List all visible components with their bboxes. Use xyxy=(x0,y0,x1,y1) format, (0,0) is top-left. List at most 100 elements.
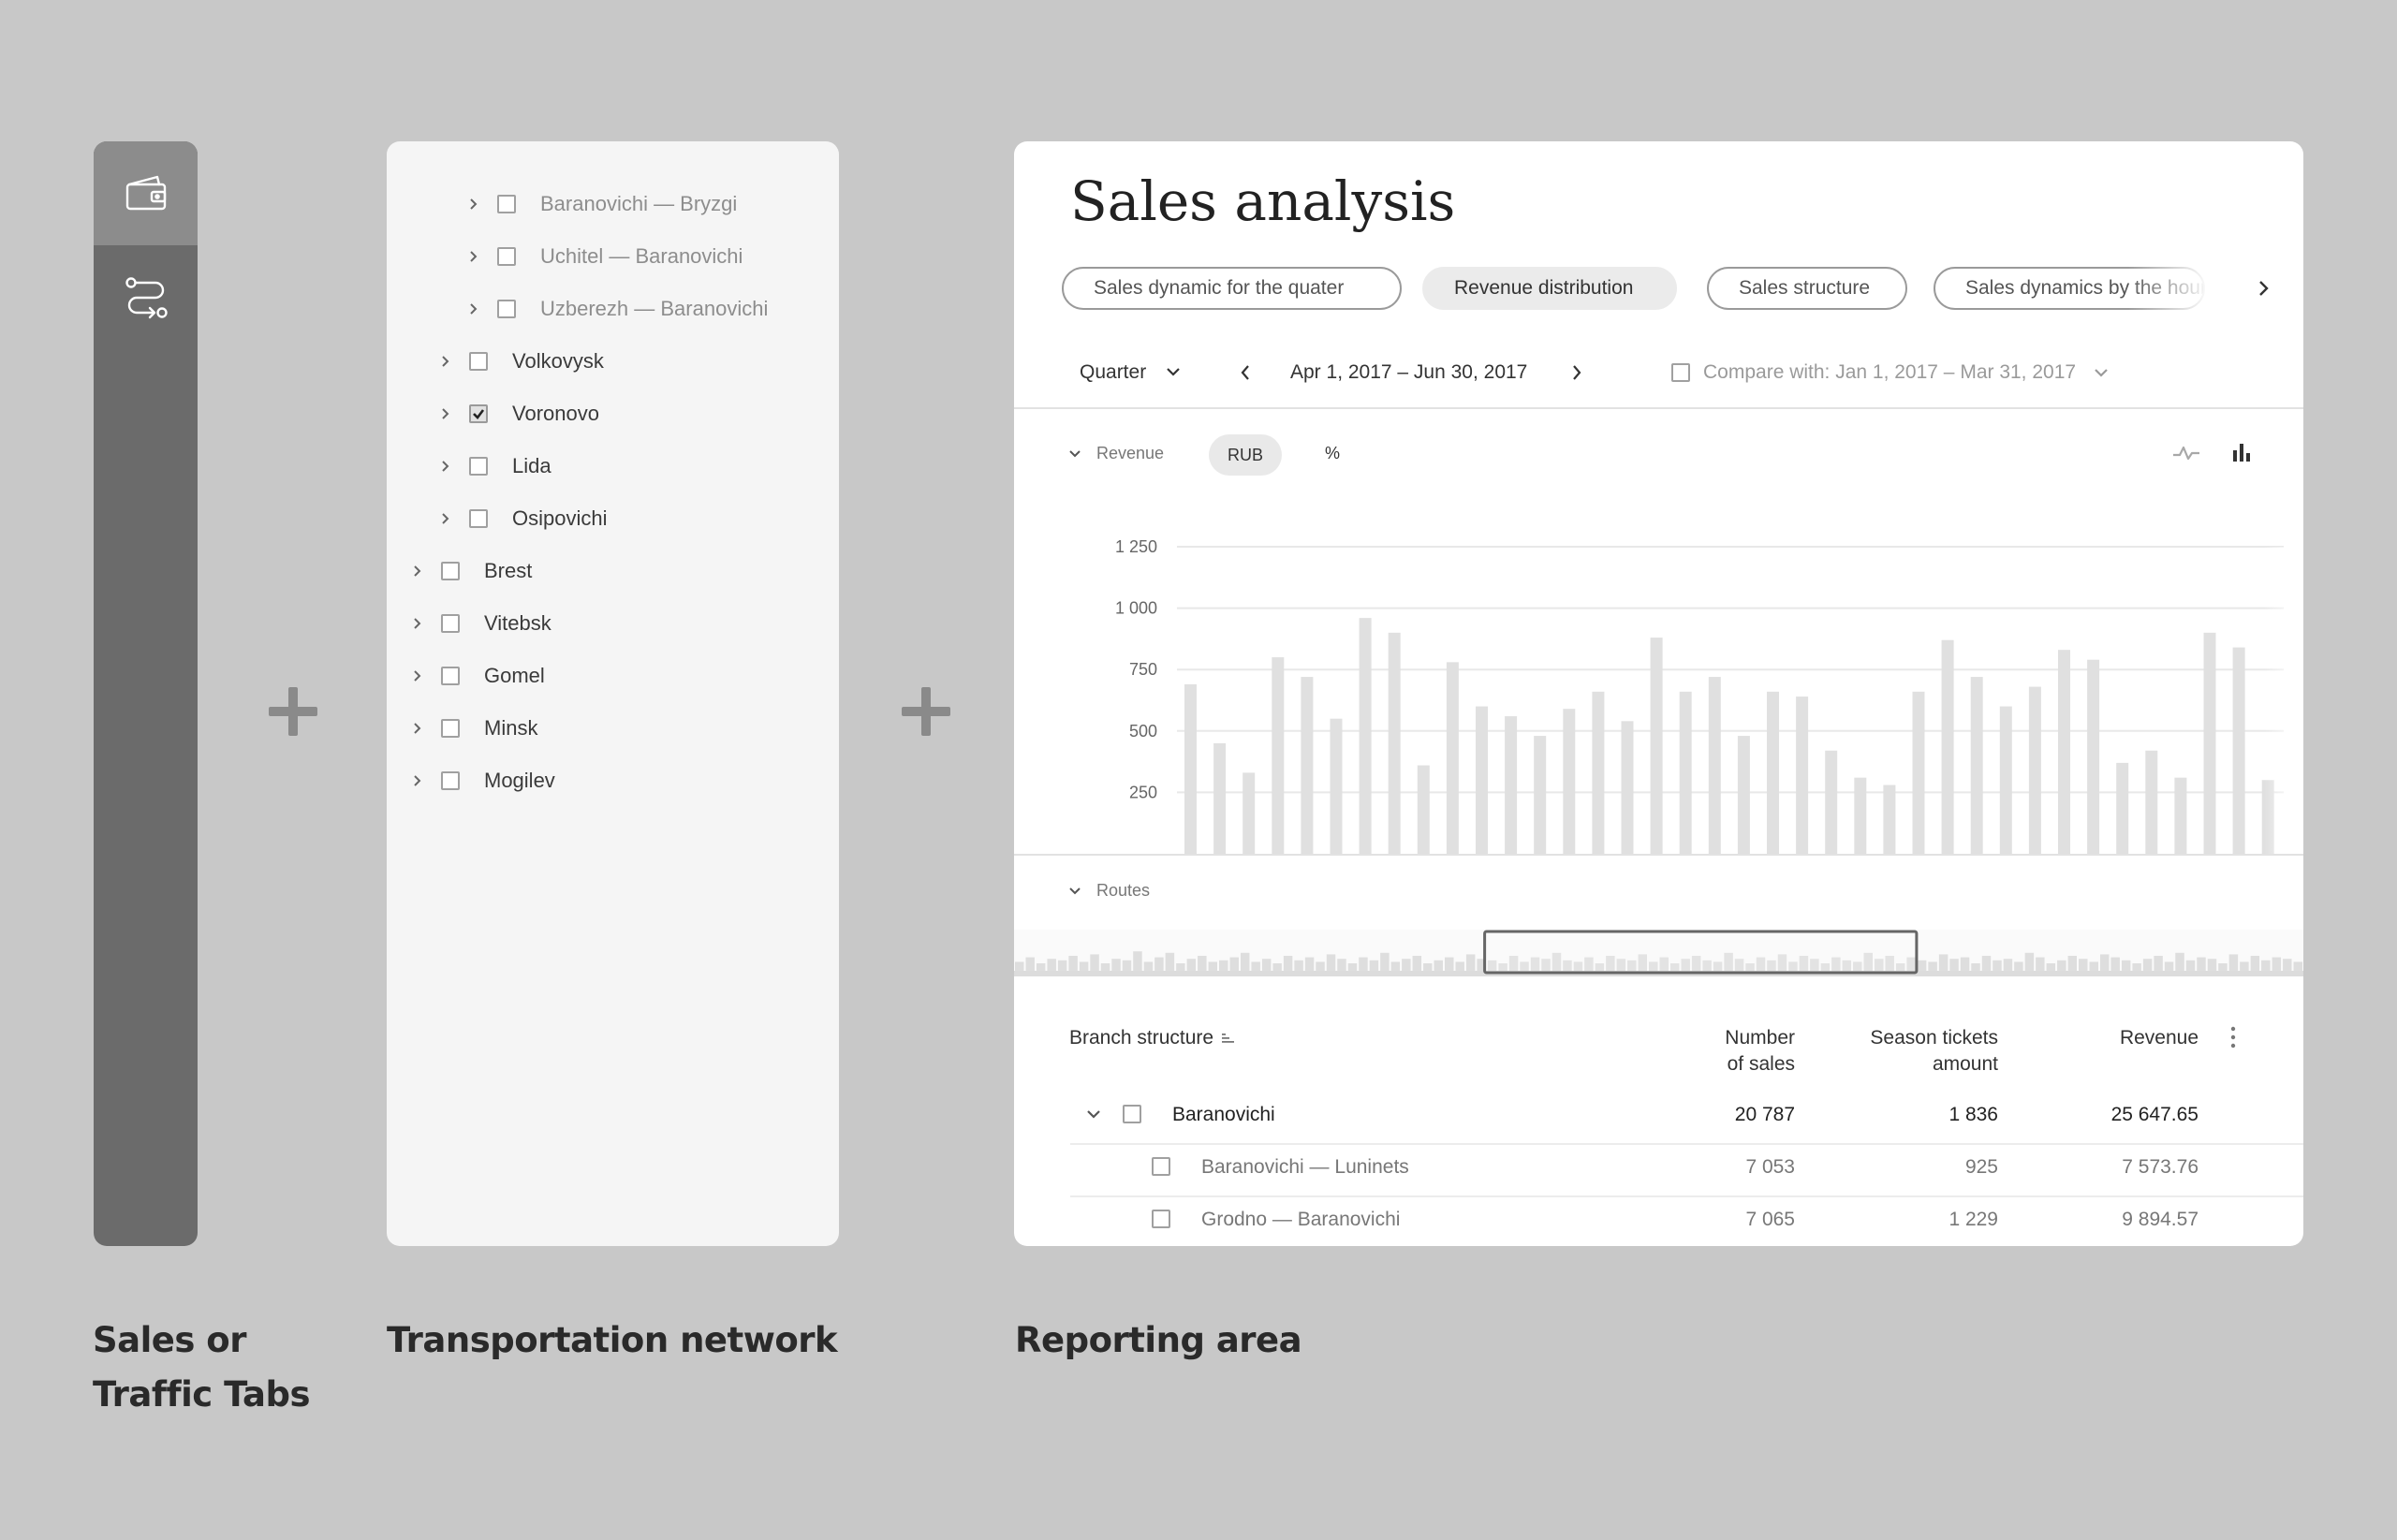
revenue-bar[interactable] xyxy=(1330,718,1343,854)
chevron-right-icon[interactable] xyxy=(435,352,454,371)
table-more-button[interactable] xyxy=(2228,1025,2238,1049)
tree-item[interactable]: Voronovo xyxy=(435,395,599,433)
sales-tab[interactable] xyxy=(94,141,198,245)
chevron-right-icon[interactable] xyxy=(435,404,454,423)
revenue-bar[interactable] xyxy=(1621,721,1634,854)
wallet-icon xyxy=(125,175,166,210)
transportation-network-tree: Baranovichi — Bryzgi Uchitel — Baranovich… xyxy=(387,141,839,1246)
routes-collapse-toggle[interactable]: Routes xyxy=(1068,881,1150,901)
tree-item-checkbox[interactable] xyxy=(441,719,460,738)
revenue-bar[interactable] xyxy=(1534,736,1547,854)
col-branch-structure[interactable]: Branch structure xyxy=(1069,1025,1236,1051)
revenue-bar[interactable] xyxy=(1796,697,1809,854)
revenue-bar[interactable] xyxy=(1446,662,1459,854)
revenue-bar[interactable] xyxy=(2203,632,2216,854)
revenue-bar[interactable] xyxy=(2145,750,2158,854)
revenue-bar[interactable] xyxy=(1970,677,1983,854)
tree-item-checkbox[interactable] xyxy=(441,562,460,580)
revenue-bar[interactable] xyxy=(1184,683,1197,854)
col-season-tickets[interactable]: Season tickets amount xyxy=(1870,1025,1998,1078)
revenue-bar[interactable] xyxy=(2087,659,2100,854)
chevron-right-icon[interactable] xyxy=(463,247,482,266)
revenue-bar[interactable] xyxy=(1301,677,1314,854)
overview-bar xyxy=(1133,951,1142,971)
revenue-bar[interactable] xyxy=(1767,691,1779,854)
chevron-right-icon[interactable] xyxy=(435,457,454,476)
tree-item-checkbox[interactable] xyxy=(497,300,516,318)
tree-item-checkbox[interactable] xyxy=(497,195,516,213)
overview-bar xyxy=(2283,959,2292,971)
revenue-bar[interactable] xyxy=(1650,638,1663,854)
tree-item[interactable]: Uchitel — Baranovichi xyxy=(463,238,743,275)
chevron-down-icon xyxy=(1069,887,1081,894)
chevron-right-icon[interactable] xyxy=(435,509,454,528)
chevron-right-icon[interactable] xyxy=(463,195,482,213)
chevron-right-icon[interactable] xyxy=(407,562,426,580)
revenue-bar[interactable] xyxy=(2028,686,2041,854)
tree-item[interactable]: Uzberezh — Baranovichi xyxy=(463,290,768,328)
revenue-bar[interactable] xyxy=(1708,677,1721,854)
overview-window-handle[interactable] xyxy=(1483,930,1919,975)
revenue-bar[interactable] xyxy=(2116,762,2129,854)
chevron-down-icon[interactable] xyxy=(1086,1107,1101,1124)
row-checkbox[interactable] xyxy=(1123,1105,1141,1123)
tree-item-checkbox[interactable] xyxy=(469,509,488,528)
revenue-bar[interactable] xyxy=(1592,691,1605,854)
chevron-right-icon[interactable] xyxy=(407,614,426,633)
tree-item-checkbox[interactable] xyxy=(469,404,488,423)
tree-item-label: Gomel xyxy=(484,664,545,687)
row-checkbox[interactable] xyxy=(1152,1157,1170,1176)
col-number-of-sales[interactable]: Number of sales xyxy=(1725,1025,1795,1078)
revenue-bar[interactable] xyxy=(1243,772,1256,854)
revenue-bar[interactable] xyxy=(1825,750,1838,854)
chevron-right-icon[interactable] xyxy=(463,300,482,318)
tree-item[interactable]: Vitebsk xyxy=(407,605,551,642)
overview-bar xyxy=(1219,960,1228,971)
overview-bar xyxy=(2003,959,2013,971)
timeline-overview[interactable] xyxy=(1014,930,2303,976)
tree-item-checkbox[interactable] xyxy=(441,771,460,790)
tree-item[interactable]: Lida xyxy=(435,447,551,485)
tree-item-label: Osipovichi xyxy=(512,506,608,530)
tree-item-checkbox[interactable] xyxy=(441,614,460,633)
revenue-bar[interactable] xyxy=(1679,691,1692,854)
overview-bar xyxy=(1337,959,1346,971)
tree-item[interactable]: Minsk xyxy=(407,710,537,747)
chevron-right-icon[interactable] xyxy=(407,771,426,790)
tree-item-checkbox[interactable] xyxy=(469,457,488,476)
revenue-bar[interactable] xyxy=(1272,657,1285,854)
tree-item-label: Voronovo xyxy=(512,402,599,425)
col-revenue[interactable]: Revenue xyxy=(2120,1025,2198,1051)
chevron-right-icon[interactable] xyxy=(407,719,426,738)
revenue-bar[interactable] xyxy=(1359,618,1372,854)
revenue-bar[interactable] xyxy=(1737,736,1750,854)
revenue-bar[interactable] xyxy=(2058,650,2070,854)
row-season-tickets: 1 836 xyxy=(1948,1104,1998,1125)
tree-item-checkbox[interactable] xyxy=(497,247,516,266)
tree-item-checkbox[interactable] xyxy=(441,667,460,685)
revenue-bar[interactable] xyxy=(1912,691,1925,854)
revenue-bar[interactable] xyxy=(1417,765,1430,854)
revenue-bar[interactable] xyxy=(1563,709,1576,854)
overview-bar xyxy=(1165,952,1175,971)
revenue-bar[interactable] xyxy=(1476,706,1488,854)
revenue-bar[interactable] xyxy=(2232,647,2245,854)
revenue-bar[interactable] xyxy=(1388,632,1401,854)
tree-item[interactable]: Gomel xyxy=(407,657,545,695)
revenue-bar[interactable] xyxy=(1883,785,1896,854)
tree-item[interactable]: Mogilev xyxy=(407,762,555,799)
revenue-bar[interactable] xyxy=(1941,639,1954,854)
tree-item-checkbox[interactable] xyxy=(469,352,488,371)
row-checkbox[interactable] xyxy=(1152,1210,1170,1228)
traffic-tab[interactable] xyxy=(94,245,198,349)
revenue-bar[interactable] xyxy=(1213,742,1227,854)
revenue-bar[interactable] xyxy=(1999,706,2012,854)
revenue-bar[interactable] xyxy=(2174,777,2187,854)
tree-item[interactable]: Baranovichi — Bryzgi xyxy=(463,185,737,223)
tree-item[interactable]: Brest xyxy=(407,552,532,590)
revenue-bar[interactable] xyxy=(1505,716,1518,854)
tree-item[interactable]: Osipovichi xyxy=(435,500,607,537)
revenue-bar[interactable] xyxy=(1854,777,1867,854)
chevron-right-icon[interactable] xyxy=(407,667,426,685)
tree-item[interactable]: Volkovysk xyxy=(435,343,604,380)
